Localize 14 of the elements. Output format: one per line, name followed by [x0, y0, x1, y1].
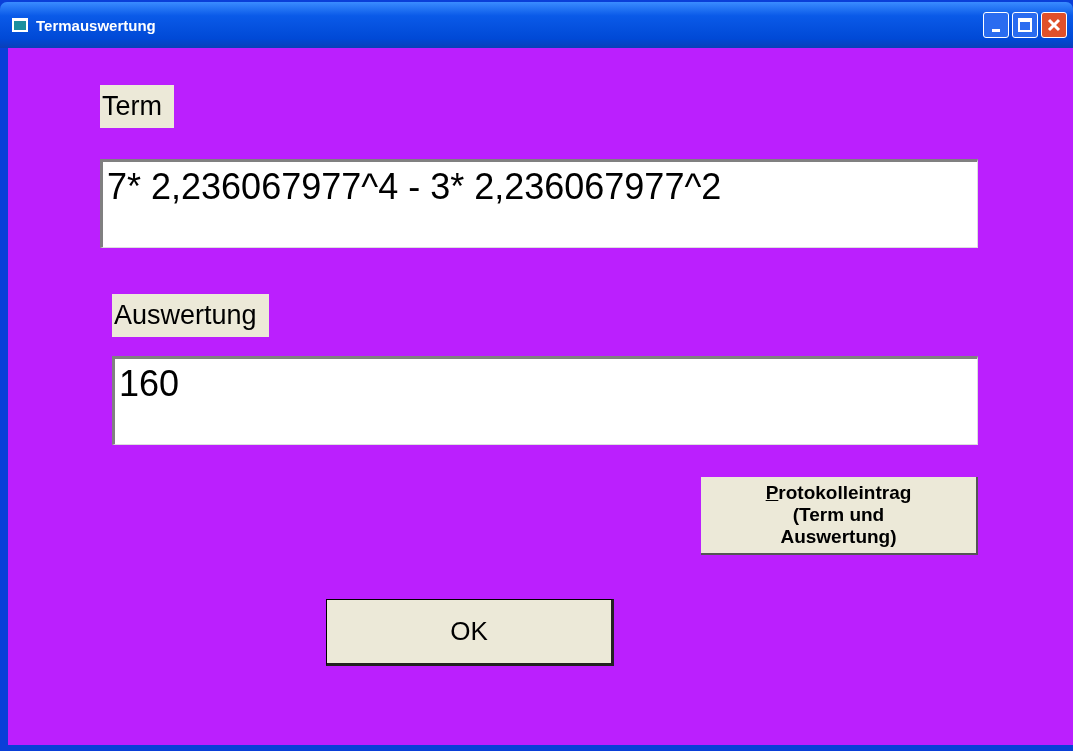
close-icon [1047, 18, 1061, 32]
window-title: Termauswertung [36, 16, 157, 34]
result-field[interactable]: 160 [112, 356, 978, 445]
term-field[interactable]: 7* 2,236067977^4 - 3* 2,236067977^2 [100, 159, 978, 248]
maximize-button[interactable] [1012, 12, 1038, 38]
close-button[interactable] [1041, 12, 1067, 38]
maximize-icon [1018, 18, 1032, 32]
log-entry-button[interactable]: Protokolleintrag (Term und Auswertung) [701, 477, 978, 555]
term-label: Term [100, 85, 174, 128]
result-label: Auswertung [112, 294, 269, 337]
window-icon [12, 18, 28, 32]
minimize-icon [992, 28, 1000, 32]
ok-button[interactable]: OK [326, 599, 614, 666]
minimize-button[interactable] [983, 12, 1009, 38]
